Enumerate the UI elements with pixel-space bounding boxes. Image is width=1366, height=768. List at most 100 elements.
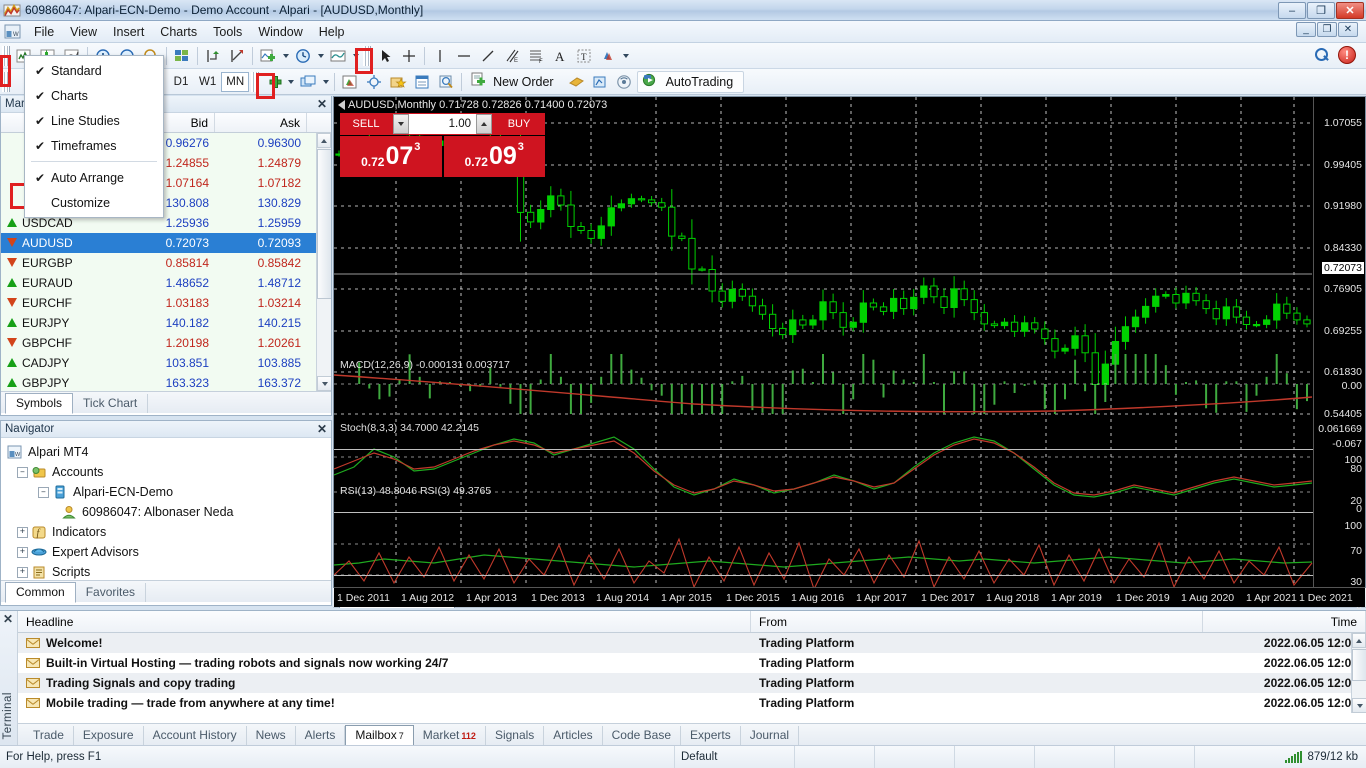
navigator-close-icon[interactable]: ✕ <box>317 422 327 436</box>
scroll-down-button[interactable] <box>1352 698 1366 713</box>
menu-insert[interactable]: Insert <box>105 22 152 42</box>
one-click-trading-panel[interactable]: SELL 1.00 BUY 0.72 07 3 0.72 09 3 <box>340 113 545 177</box>
table-row[interactable]: Built-in Virtual Hosting — trading robot… <box>18 653 1366 673</box>
tab-signals[interactable]: Signals <box>486 726 545 745</box>
indicators-dropdown-arrow[interactable] <box>280 45 291 67</box>
period-clock-icon[interactable] <box>291 45 315 67</box>
toolbar-grip-standard[interactable] <box>2 45 10 66</box>
signals-broadcast-icon[interactable] <box>613 71 637 93</box>
tab-experts[interactable]: Experts <box>681 726 741 745</box>
tree-item-indicators[interactable]: + f Indicators <box>5 522 331 542</box>
arrows-dropdown-arrow[interactable] <box>620 45 631 67</box>
chart-window-icon[interactable] <box>296 71 320 93</box>
table-row[interactable]: Welcome! Trading Platform 2022.06.05 12:… <box>18 633 1366 653</box>
favorites-star-icon[interactable] <box>386 71 410 93</box>
notification-alert-icon[interactable]: ! <box>1338 46 1356 64</box>
tree-item-alpari-ecn-demo[interactable]: – Alpari-ECN-Demo <box>5 482 331 502</box>
tree-expander-collapse[interactable]: – <box>17 466 28 478</box>
status-profile[interactable]: Default <box>675 746 795 768</box>
table-row[interactable]: Mobile trading — trade from anywhere at … <box>18 693 1366 713</box>
trendline-icon[interactable] <box>476 45 500 67</box>
tab-favorites[interactable]: Favorites <box>76 583 147 602</box>
auto-scroll-icon[interactable] <box>225 45 249 67</box>
indicators-add-icon[interactable] <box>256 45 280 67</box>
context-item-timeframes[interactable]: ✔ Timeframes <box>25 133 163 158</box>
tab-mailbox[interactable]: Mailbox 7 <box>345 725 414 746</box>
data-window-icon[interactable] <box>410 71 434 93</box>
tab-articles[interactable]: Articles <box>544 726 603 745</box>
tree-expander-collapse[interactable]: – <box>38 486 49 498</box>
toolbar-grip-timeframes[interactable] <box>251 71 260 92</box>
chart-window-dropdown-arrow[interactable] <box>320 71 331 93</box>
tab-account-history[interactable]: Account History <box>144 726 247 745</box>
market-watch-close-icon[interactable]: ✕ <box>317 97 327 111</box>
column-header-ask[interactable]: Ask <box>215 113 307 132</box>
tree-expander-expand[interactable]: + <box>17 546 28 558</box>
search-icon[interactable] <box>1313 47 1330 64</box>
table-row[interactable]: EURAUD 1.48652 1.48712 <box>1 273 331 293</box>
table-row[interactable]: EURCHF 1.03183 1.03214 <box>1 293 331 313</box>
buy-price-display[interactable]: 0.72 09 3 <box>443 136 545 177</box>
scrollbar-thumb[interactable] <box>1352 649 1366 681</box>
mdi-close-button[interactable]: ✕ <box>1338 22 1358 37</box>
sell-button[interactable]: SELL <box>340 113 392 135</box>
crosshair-target-icon[interactable] <box>362 71 386 93</box>
column-header-from[interactable]: From <box>751 611 1203 632</box>
context-item-auto-arrange[interactable]: ✔ Auto Arrange <box>25 165 163 190</box>
tab-trade[interactable]: Trade <box>24 726 74 745</box>
toolbar-grip-linestudies[interactable] <box>363 45 371 66</box>
chart-collapse-icon[interactable] <box>338 100 345 111</box>
tab-tick-chart[interactable]: Tick Chart <box>73 394 149 413</box>
volume-input[interactable]: 1.00 <box>409 114 476 134</box>
table-row-selected[interactable]: AUDUSD 0.72073 0.72093 <box>1 233 331 253</box>
strategy-tester-icon[interactable] <box>434 71 458 93</box>
templates-icon[interactable] <box>326 45 350 67</box>
tab-exposure[interactable]: Exposure <box>74 726 144 745</box>
volume-increment-button[interactable] <box>476 114 492 134</box>
tree-item-scripts[interactable]: + Scripts <box>5 562 331 580</box>
menu-view[interactable]: View <box>62 22 105 42</box>
context-item-customize[interactable]: Customize <box>25 190 163 215</box>
menu-window[interactable]: Window <box>250 22 310 42</box>
table-row[interactable]: Trading Signals and copy trading Trading… <box>18 673 1366 693</box>
autotrading-button[interactable]: AutoTrading <box>636 70 745 93</box>
tile-windows-icon[interactable] <box>170 45 194 67</box>
tree-item-account-user[interactable]: 60986047: Albonaser Neda <box>5 502 331 522</box>
period-dropdown-arrow[interactable] <box>315 45 326 67</box>
tab-news[interactable]: News <box>247 726 296 745</box>
chart-window[interactable]: AUDUSD,Monthly 0.71728 0.72826 0.71400 0… <box>333 96 1366 612</box>
volume-control[interactable]: 1.00 <box>392 113 493 135</box>
horizontal-line-icon[interactable] <box>452 45 476 67</box>
objects-list-icon[interactable] <box>338 71 362 93</box>
menu-help[interactable]: Help <box>311 22 353 42</box>
tab-journal[interactable]: Journal <box>741 726 800 745</box>
tree-item-expert-advisors[interactable]: + Expert Advisors <box>5 542 331 562</box>
toolbars-context-menu[interactable]: ✔ Standard ✔ Charts ✔ Line Studies ✔ Tim… <box>24 55 164 218</box>
mql5-community-icon[interactable] <box>565 71 589 93</box>
column-header-time[interactable]: Time <box>1203 611 1366 632</box>
scroll-up-button[interactable] <box>317 133 331 148</box>
table-row[interactable]: GBPJPY 163.323 163.372 <box>1 373 331 391</box>
timeframe-d1-button[interactable]: D1 <box>168 72 194 92</box>
tab-code-base[interactable]: Code Base <box>603 726 682 745</box>
terminal-close-icon[interactable]: ✕ <box>3 612 13 626</box>
volume-decrement-button[interactable] <box>393 114 409 134</box>
metaeditor-icon[interactable] <box>589 71 613 93</box>
market-watch-scrollbar[interactable] <box>316 133 331 391</box>
status-connection[interactable]: 879/12 kb <box>1285 751 1366 763</box>
mdi-minimize-button[interactable]: _ <box>1296 22 1316 37</box>
context-item-line-studies[interactable]: ✔ Line Studies <box>25 108 163 133</box>
time-axis[interactable]: 1 Dec 2011 1 Aug 2012 1 Apr 2013 1 Dec 2… <box>334 587 1365 607</box>
equidistant-channel-icon[interactable]: E <box>500 45 524 67</box>
shift-chart-end-icon[interactable] <box>201 45 225 67</box>
tab-common[interactable]: Common <box>5 582 76 603</box>
tab-market[interactable]: Market 112 <box>414 726 486 745</box>
text-box-icon[interactable]: T <box>572 45 596 67</box>
menu-charts[interactable]: Charts <box>152 22 205 42</box>
crosshair-icon[interactable] <box>397 45 421 67</box>
tab-symbols[interactable]: Symbols <box>5 393 74 414</box>
context-item-standard[interactable]: ✔ Standard <box>25 58 163 83</box>
timeframe-w1-button[interactable]: W1 <box>194 72 221 92</box>
cursor-pointer-icon[interactable] <box>373 45 397 67</box>
menu-tools[interactable]: Tools <box>205 22 250 42</box>
